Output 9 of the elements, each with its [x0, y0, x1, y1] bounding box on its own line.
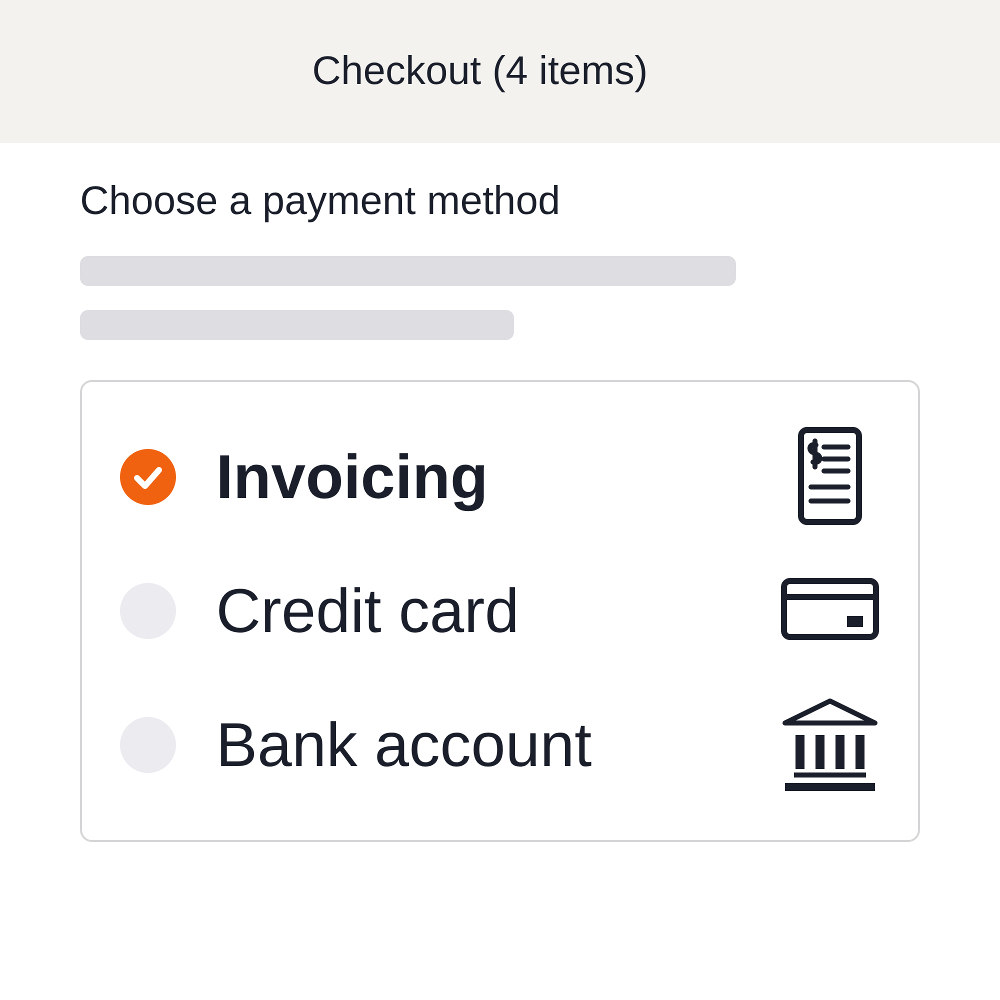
radio-checked-icon[interactable]: [120, 449, 176, 505]
option-label: Invoicing: [216, 442, 488, 512]
payment-option[interactable]: Invoicing: [120, 422, 880, 532]
option-label: Bank account: [216, 710, 592, 780]
payment-option[interactable]: Credit card: [120, 556, 880, 666]
section-heading: Choose a payment method: [80, 179, 562, 224]
payment-option[interactable]: Bank account: [120, 690, 880, 800]
option-label: Credit card: [216, 576, 520, 646]
page-title: Checkout (4 items): [312, 49, 648, 94]
